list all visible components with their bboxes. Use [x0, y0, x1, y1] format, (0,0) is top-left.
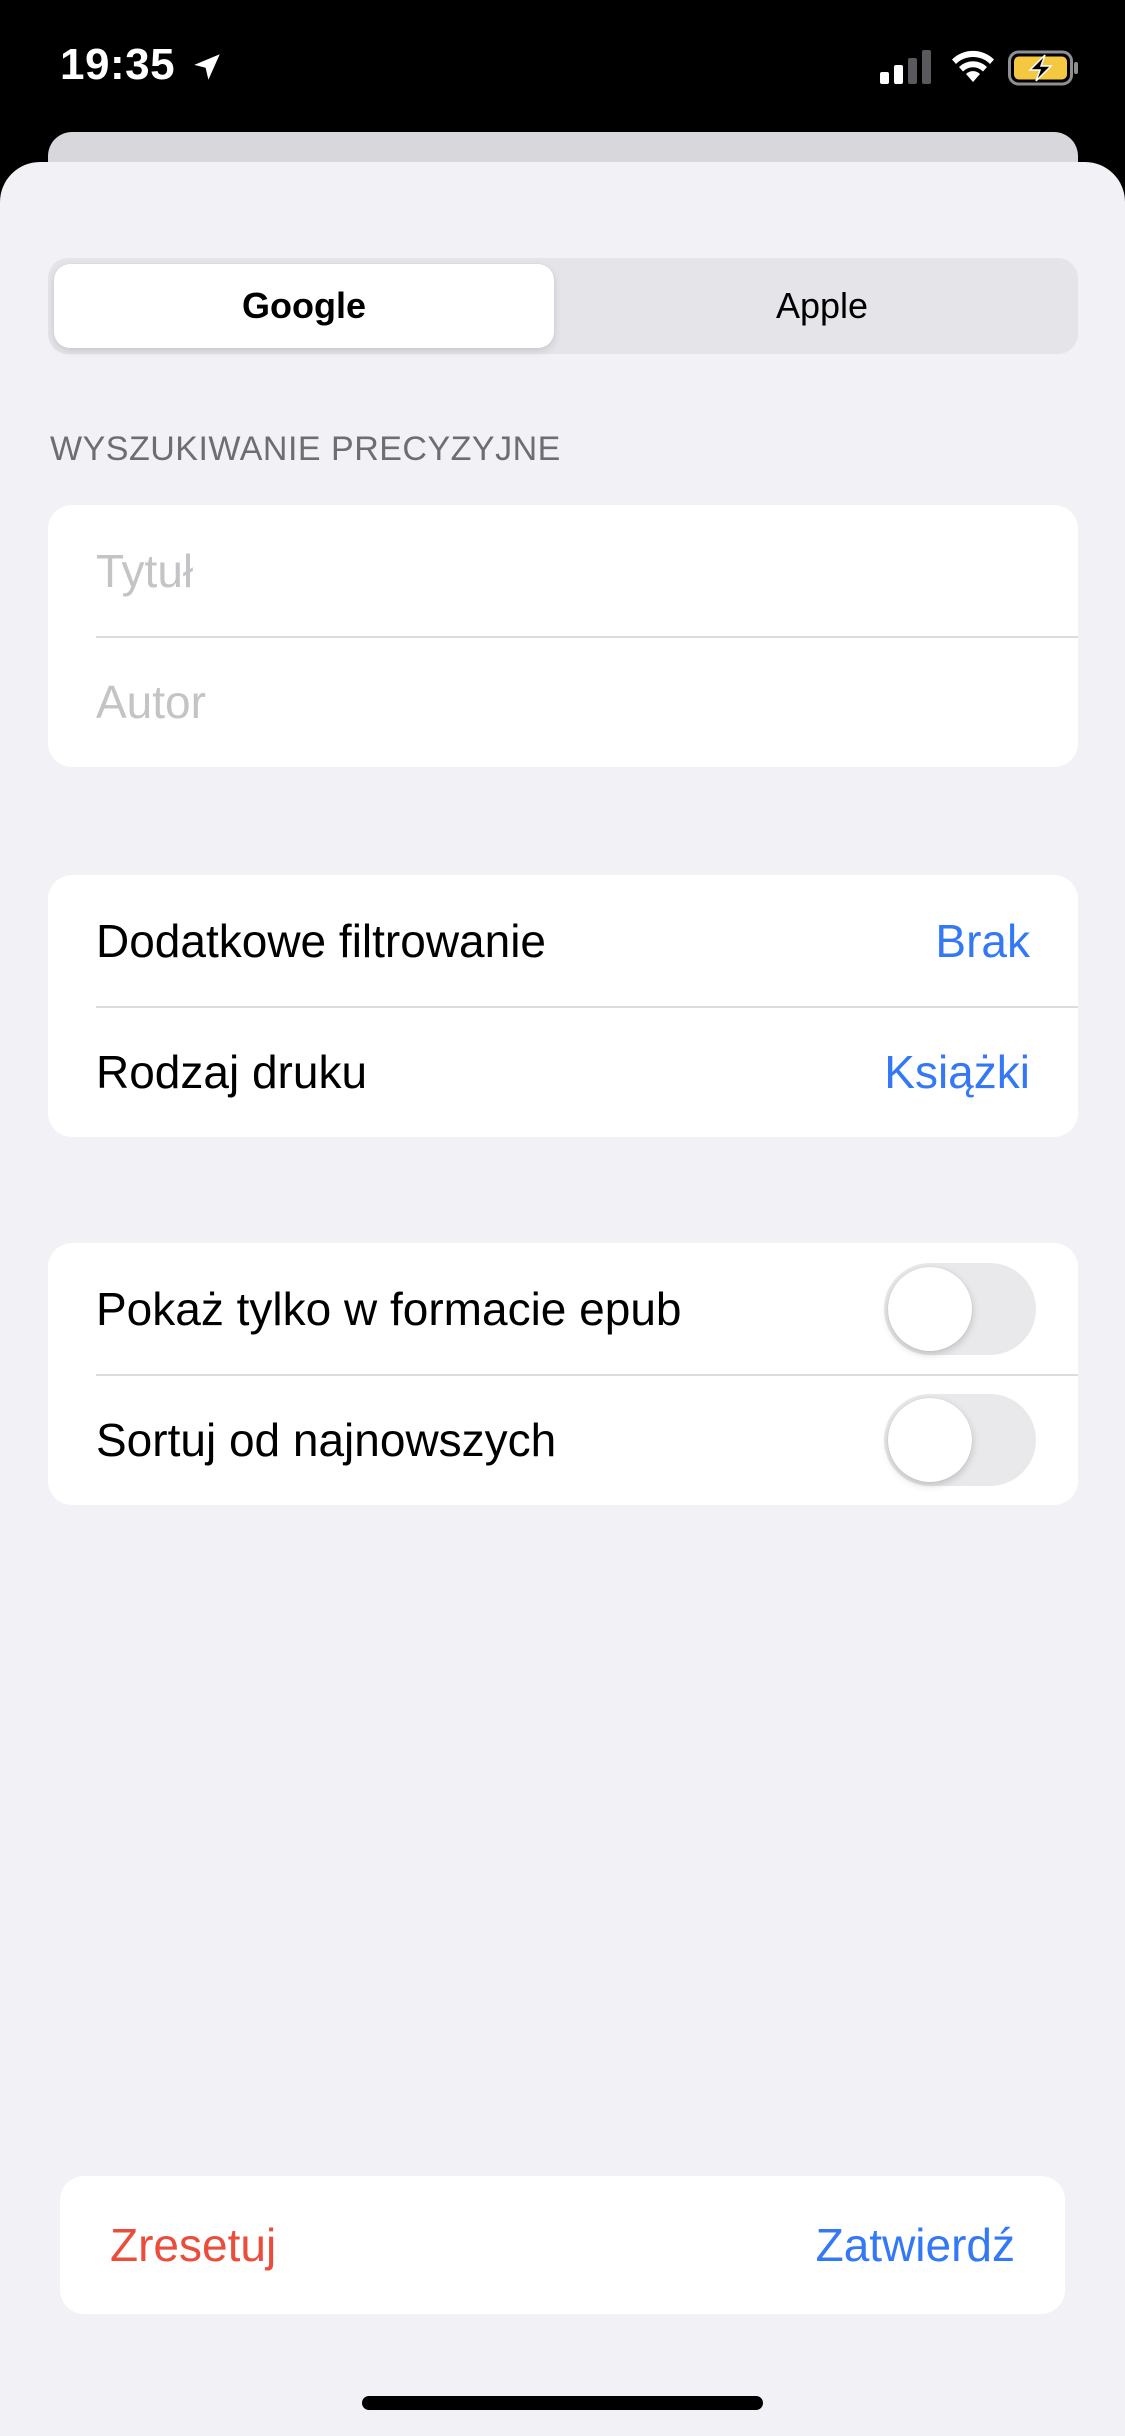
- segment-apple[interactable]: Apple: [572, 264, 1072, 348]
- newest-first-row: Sortuj od najnowszych: [48, 1374, 1078, 1505]
- title-input[interactable]: [96, 543, 1030, 598]
- status-time: 19:35: [60, 40, 176, 89]
- toggle-knob: [888, 1267, 972, 1351]
- wifi-icon: [952, 50, 994, 82]
- author-input[interactable]: [96, 674, 1030, 729]
- toggle-knob: [888, 1398, 972, 1482]
- home-indicator[interactable]: [362, 2396, 763, 2410]
- extra-filter-row[interactable]: Dodatkowe filtrowanie Brak: [48, 875, 1078, 1006]
- title-row: [48, 505, 1078, 636]
- extra-filter-label: Dodatkowe filtrowanie: [96, 914, 547, 967]
- toggles-group: Pokaż tylko w formacie epub Sortuj od na…: [48, 1243, 1078, 1505]
- confirm-button[interactable]: Zatwierdź: [816, 2218, 1015, 2272]
- status-bar: 19:35: [0, 0, 1125, 132]
- location-arrow-icon: [194, 54, 220, 80]
- section-header-precise-search: WYSZUKIWANIE PRECYZYJNE: [50, 430, 561, 468]
- epub-only-toggle[interactable]: [884, 1263, 1036, 1355]
- filters-group: Dodatkowe filtrowanie Brak Rodzaj druku …: [48, 875, 1078, 1137]
- segment-google[interactable]: Google: [54, 264, 554, 348]
- newest-first-toggle[interactable]: [884, 1394, 1036, 1486]
- cellular-signal-icon: [880, 50, 931, 84]
- battery-charging-icon: [1008, 50, 1078, 86]
- source-segmented-control: Google Apple: [48, 258, 1078, 354]
- print-type-label: Rodzaj druku: [96, 1045, 368, 1098]
- precise-search-group: [48, 505, 1078, 767]
- extra-filter-value[interactable]: Brak: [935, 914, 1030, 968]
- screen: 19:35 Google Apple WYSZUKIWANIE PRECYZYJ…: [0, 0, 1125, 2436]
- print-type-value[interactable]: Książki: [884, 1045, 1030, 1099]
- author-row: [48, 636, 1078, 767]
- epub-only-row: Pokaż tylko w formacie epub: [48, 1243, 1078, 1374]
- action-bar: Zresetuj Zatwierdź: [60, 2176, 1065, 2314]
- reset-button[interactable]: Zresetuj: [110, 2218, 276, 2272]
- print-type-row[interactable]: Rodzaj druku Książki: [48, 1006, 1078, 1137]
